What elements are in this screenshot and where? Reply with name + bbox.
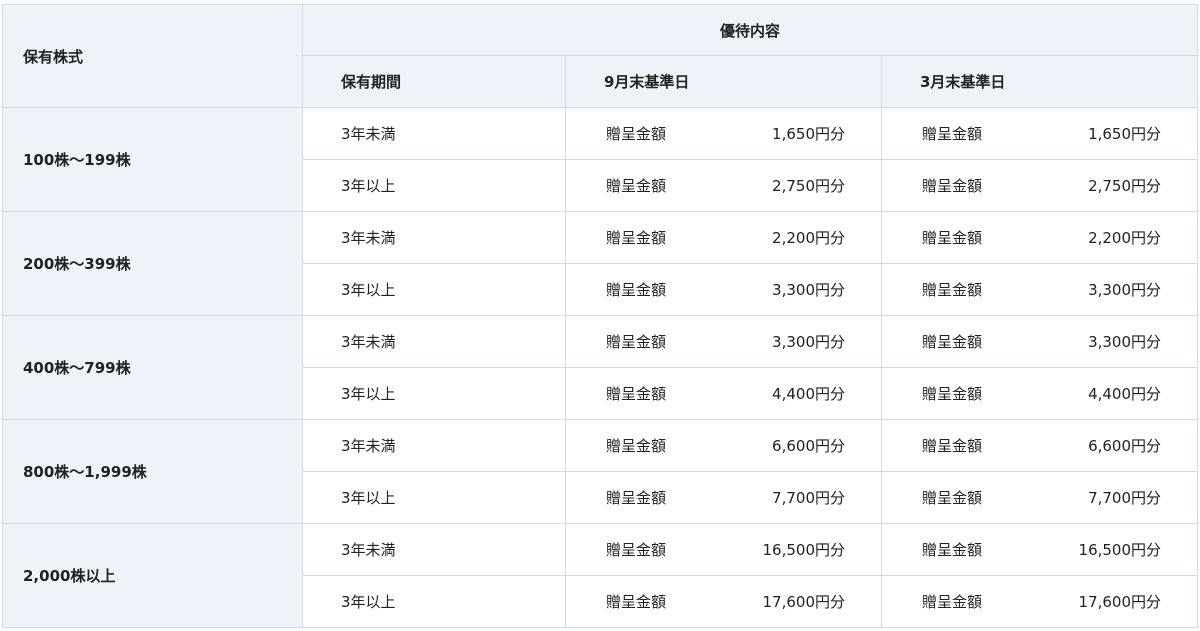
holding-shares-header: 保有株式 [2, 4, 303, 108]
shares-range-cell: 2,000株以上 [2, 523, 303, 628]
table-row: 400株～799株 3年未満 贈呈金額 3,300円分 贈呈金額 3,300円分 [2, 315, 1199, 420]
amount-label: 贈呈金額 [922, 541, 983, 559]
amount-value: 1,650円分 [1088, 125, 1162, 143]
amount-value: 2,200円分 [1088, 229, 1162, 247]
amount-value: 6,600円分 [1088, 437, 1162, 455]
header-row-1: 保有株式 優待内容 [2, 4, 1199, 108]
amount-label: 贈呈金額 [606, 385, 667, 403]
benefit-content-header: 優待内容 [301, 4, 1199, 56]
amount-value: 16,500円分 [1078, 541, 1162, 559]
september-record-date-header: 9月末基準日 [565, 55, 882, 108]
amount-value: 6,600円分 [772, 437, 845, 455]
march-amount-cell: 贈呈金額 2,200円分 [880, 211, 1199, 264]
amount-value: 2,750円分 [1088, 177, 1162, 195]
march-amount-cell: 贈呈金額 16,500円分 [880, 523, 1199, 576]
table-row: 100株～199株 3年未満 贈呈金額 1,650円分 贈呈金額 1,650円分 [2, 107, 1199, 212]
march-amount-cell: 贈呈金額 3,300円分 [880, 315, 1199, 368]
amount-label: 贈呈金額 [606, 541, 667, 559]
amount-label: 贈呈金額 [922, 229, 983, 247]
holding-period-cell: 3年以上 [302, 471, 566, 524]
september-amount-cell: 贈呈金額 1,650円分 [565, 107, 882, 160]
september-amount-cell: 贈呈金額 2,200円分 [565, 211, 882, 264]
amount-label: 贈呈金額 [606, 281, 667, 299]
amount-label: 贈呈金額 [606, 333, 667, 351]
amount-label: 贈呈金額 [606, 177, 667, 195]
amount-label: 贈呈金額 [922, 385, 983, 403]
amount-label: 贈呈金額 [922, 489, 983, 507]
shares-range-cell: 200株～399株 [2, 211, 303, 316]
amount-label: 贈呈金額 [606, 437, 667, 455]
table-body: 100株～199株 3年未満 贈呈金額 1,650円分 贈呈金額 1,650円分 3年以上贈… [2, 107, 1199, 628]
shares-range-cell: 800株～1,999株 [2, 419, 303, 524]
holding-period-cell: 3年未満 [302, 107, 566, 160]
amount-value: 16,500円分 [762, 541, 846, 559]
table-row: 200株～399株 3年未満 贈呈金額 2,200円分 贈呈金額 2,200円分 [2, 211, 1199, 316]
september-amount-cell: 贈呈金額 2,750円分 [565, 159, 882, 212]
march-amount-cell: 贈呈金額 6,600円分 [880, 419, 1199, 472]
table-row: 2,000株以上 3年未満 贈呈金額 16,500円分 贈呈金額 16,500円分 [2, 523, 1199, 628]
amount-label: 贈呈金額 [922, 177, 983, 195]
shares-range-cell: 400株～799株 [2, 315, 303, 420]
amount-label: 贈呈金額 [922, 333, 983, 351]
amount-label: 贈呈金額 [922, 437, 983, 455]
holding-period-cell: 3年以上 [302, 367, 566, 420]
shares-range-cell: 100株～199株 [2, 107, 303, 212]
amount-label: 贈呈金額 [606, 229, 667, 247]
march-record-date-header: 3月末基準日 [880, 55, 1199, 108]
holding-period-cell: 3年未満 [302, 211, 566, 264]
amount-value: 7,700円分 [1088, 489, 1162, 507]
amount-value: 17,600円分 [1078, 593, 1162, 611]
september-amount-cell: 贈呈金額 7,700円分 [565, 471, 882, 524]
september-amount-cell: 贈呈金額 17,600円分 [565, 575, 882, 628]
march-amount-cell: 贈呈金額 3,300円分 [880, 263, 1199, 316]
amount-label: 贈呈金額 [922, 593, 983, 611]
september-amount-cell: 贈呈金額 16,500円分 [565, 523, 882, 576]
march-amount-cell: 贈呈金額 7,700円分 [880, 471, 1199, 524]
amount-label: 贈呈金額 [922, 125, 983, 143]
table-row: 800株～1,999株 3年未満 贈呈金額 6,600円分 贈呈金額 6,600円分 [2, 419, 1199, 524]
benefits-table: 保有株式 優待内容 保有期間 9月末基準日 3月末基準日 100株～199株 3年… [2, 4, 1199, 628]
amount-value: 4,400円分 [772, 385, 845, 403]
amount-value: 2,200円分 [772, 229, 845, 247]
march-amount-cell: 贈呈金額 4,400円分 [880, 367, 1199, 420]
amount-value: 3,300円分 [1088, 281, 1162, 299]
holding-period-cell: 3年以上 [302, 263, 566, 316]
amount-value: 3,300円分 [772, 281, 845, 299]
holding-period-cell: 3年未満 [302, 523, 566, 576]
page: 保有株式 優待内容 保有期間 9月末基準日 3月末基準日 100株～199株 3年… [0, 0, 1200, 631]
amount-value: 17,600円分 [762, 593, 846, 611]
amount-value: 4,400円分 [1088, 385, 1162, 403]
march-amount-cell: 贈呈金額 17,600円分 [880, 575, 1199, 628]
september-amount-cell: 贈呈金額 3,300円分 [565, 315, 882, 368]
amount-value: 7,700円分 [772, 489, 845, 507]
september-amount-cell: 贈呈金額 4,400円分 [565, 367, 882, 420]
amount-value: 1,650円分 [772, 125, 845, 143]
march-amount-cell: 贈呈金額 1,650円分 [880, 107, 1199, 160]
september-amount-cell: 贈呈金額 6,600円分 [565, 419, 882, 472]
amount-label: 贈呈金額 [606, 125, 667, 143]
amount-value: 3,300円分 [1088, 333, 1162, 351]
amount-value: 3,300円分 [772, 333, 845, 351]
amount-label: 贈呈金額 [606, 489, 667, 507]
amount-label: 贈呈金額 [922, 281, 983, 299]
march-amount-cell: 贈呈金額 2,750円分 [880, 159, 1199, 212]
amount-value: 2,750円分 [772, 177, 845, 195]
holding-period-cell: 3年以上 [302, 159, 566, 212]
amount-label: 贈呈金額 [606, 593, 667, 611]
holding-period-cell: 3年未満 [302, 419, 566, 472]
holding-period-cell: 3年未満 [302, 315, 566, 368]
holding-period-header: 保有期間 [302, 55, 566, 108]
september-amount-cell: 贈呈金額 3,300円分 [565, 263, 882, 316]
holding-period-cell: 3年以上 [302, 575, 566, 628]
